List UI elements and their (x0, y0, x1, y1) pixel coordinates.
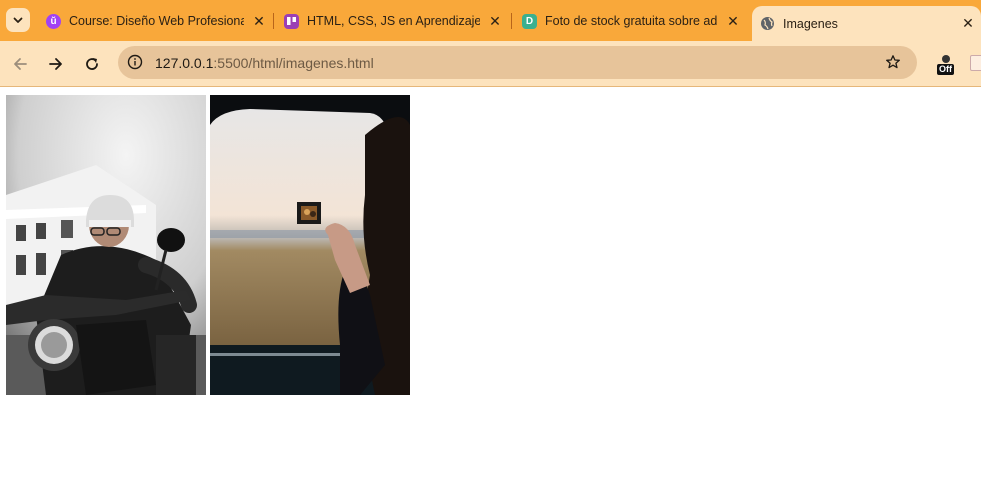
forward-button[interactable] (43, 51, 69, 77)
extension-puzzle-icon[interactable] (970, 55, 981, 71)
tab-separator (273, 13, 274, 29)
motorcycle-rider-photo (6, 95, 206, 395)
reload-icon (86, 58, 98, 70)
extension-button[interactable]: Off (937, 54, 959, 78)
url-path: :5500/html/imagenes.html (213, 55, 374, 71)
film-frame-window-photo (210, 95, 410, 395)
udemy-favicon-icon: ŭ (46, 13, 61, 29)
back-button[interactable] (7, 51, 33, 77)
site-info-icon[interactable] (126, 53, 144, 71)
tab-strip: ŭ Course: Diseño Web Profesional ✕ HTML,… (0, 0, 981, 41)
tab-separator (511, 13, 512, 29)
chevron-down-icon (13, 17, 23, 23)
tab-title: Foto de stock gratuita sobre ad (545, 14, 718, 28)
tab-title: HTML, CSS, JS en Aprendizaje 2 (307, 14, 480, 28)
forward-arrow-icon (49, 58, 62, 70)
url-host: 127.0.0.1 (155, 55, 214, 71)
tab-stock-photo[interactable]: D Foto de stock gratuita sobre ad ✕ (522, 7, 742, 35)
reload-button[interactable] (79, 51, 105, 77)
tab-title: Imagenes (783, 16, 838, 31)
extension-badge: Off (937, 64, 954, 75)
address-bar[interactable]: 127.0.0.1:5500/html/imagenes.html (118, 46, 917, 79)
browser-toolbar: 127.0.0.1:5500/html/imagenes.html Off (0, 41, 981, 87)
globe-icon (760, 16, 775, 31)
tab-trello[interactable]: HTML, CSS, JS en Aprendizaje 2 ✕ (284, 7, 504, 35)
back-arrow-icon (14, 58, 27, 70)
tab-imagenes[interactable]: Imagenes ✕ (752, 6, 981, 41)
tab-course[interactable]: ŭ Course: Diseño Web Profesional ✕ (46, 7, 268, 35)
pexels-favicon-icon: D (522, 13, 537, 29)
close-icon[interactable]: ✕ (250, 12, 268, 30)
close-icon[interactable]: ✕ (724, 12, 742, 30)
bookmark-star-icon[interactable] (884, 53, 902, 71)
trello-favicon-icon (284, 13, 299, 29)
close-icon[interactable]: ✕ (959, 15, 977, 33)
tab-search-button[interactable] (6, 8, 30, 32)
tab-title: Course: Diseño Web Profesional (69, 14, 244, 28)
url-text[interactable]: 127.0.0.1:5500/html/imagenes.html (155, 55, 374, 71)
close-icon[interactable]: ✕ (486, 12, 504, 30)
